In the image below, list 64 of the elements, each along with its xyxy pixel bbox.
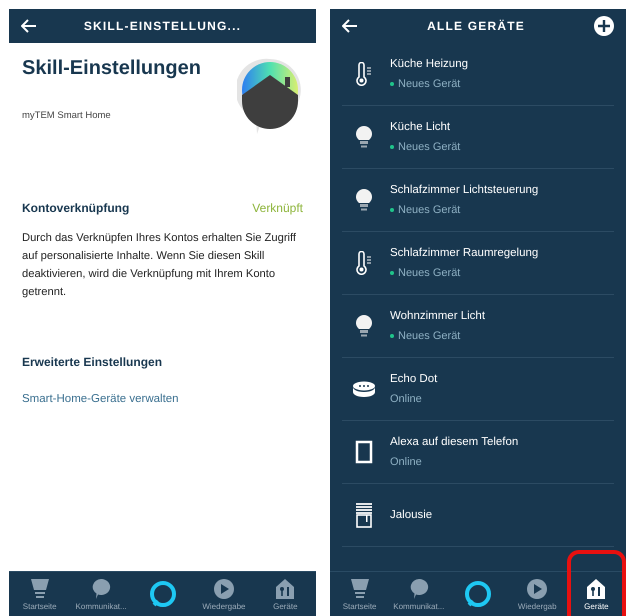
device-name: Echo Dot	[390, 373, 438, 385]
device-row[interactable]: Küche Heizung Neues Gerät	[342, 43, 614, 106]
nav-tab[interactable]: Startseite	[9, 572, 70, 616]
device-status: Online	[390, 393, 423, 405]
light-bulb-icon	[355, 314, 373, 338]
nav-tab[interactable]: Geräte	[566, 572, 626, 616]
round-speaker-icon	[352, 380, 376, 398]
back-button[interactable]	[21, 19, 37, 33]
page-title: Skill-Einstellungen	[22, 57, 201, 80]
devices-house-icon	[275, 578, 296, 600]
skill-name: myTEM Smart Home	[22, 110, 112, 121]
device-name: Schlafzimmer Lichtsteuerung	[390, 184, 538, 196]
alexa-ring-icon	[463, 579, 493, 609]
device-row[interactable]: Schlafzimmer Lichtsteuerung Neues Gerät	[342, 169, 614, 232]
device-name: Alexa auf diesem Telefon	[390, 436, 518, 448]
window-blind-icon	[355, 502, 373, 528]
nav-tab[interactable]: Geräte	[254, 572, 316, 616]
thermometer-icon	[356, 62, 372, 86]
home-icon	[30, 578, 50, 600]
nav-tab[interactable]: Kommunikat...	[389, 572, 448, 616]
speech-bubble-icon	[91, 578, 112, 600]
back-arrow-icon	[342, 19, 358, 33]
back-button[interactable]	[342, 19, 358, 33]
back-arrow-icon	[21, 19, 37, 33]
device-status: Neues Gerät	[390, 267, 538, 279]
home-icon	[350, 578, 370, 600]
device-status: Neues Gerät	[390, 141, 460, 153]
alexa-ring-icon	[148, 579, 178, 609]
device-name: Küche Heizung	[390, 58, 468, 70]
nav-tab[interactable]: Wiedergab	[508, 572, 567, 616]
device-name: Küche Licht	[390, 121, 452, 133]
thermometer-icon	[356, 251, 372, 275]
speech-bubble-icon	[408, 578, 429, 600]
device-row[interactable]: Jalousie	[342, 484, 614, 547]
light-bulb-icon	[355, 188, 373, 212]
device-row[interactable]: Alexa auf diesem Telefon Online	[342, 421, 614, 484]
device-name: Schlafzimmer Raumregelung	[390, 247, 538, 259]
device-row[interactable]: Wohnzimmer Licht Neues Gerät	[342, 295, 614, 358]
device-name: Wohnzimmer Licht	[390, 310, 486, 322]
device-status: Online	[390, 456, 423, 468]
plus-icon	[594, 16, 614, 36]
play-icon	[212, 578, 235, 600]
section-title: Kontoverknüpfung	[22, 201, 130, 215]
device-row[interactable]: Schlafzimmer Raumregelung Neues Gerät	[342, 232, 614, 295]
header-title: ALLE GERÄTE	[426, 19, 526, 33]
device-status: Neues Gerät	[390, 78, 468, 90]
devices-house-icon	[586, 578, 606, 600]
description-text: Durch das Verknüpfen Ihres Kontos erhalten Sie Zugriff auf personalisierte Inhalte. Wenn Sie diesen Skill deaktivieren, wird die Verknüpfung mit Ihrem Konto getrennt.	[22, 231, 298, 300]
section-title: Erweiterte Einstellungen	[22, 355, 164, 369]
nav-tab[interactable]: Startseite	[330, 572, 390, 616]
device-row[interactable]: Echo Dot Online	[342, 358, 614, 421]
tablet-icon	[355, 440, 373, 464]
play-icon	[526, 578, 548, 600]
device-row[interactable]: Küche Licht Neues Gerät	[342, 106, 614, 169]
nav-tab[interactable]: Kommunikat...	[70, 572, 132, 616]
link-status: Verknüpft	[252, 201, 303, 215]
device-status: Neues Gerät	[390, 330, 486, 342]
manage-devices-link[interactable]: Smart-Home-Geräte verwalten	[22, 393, 303, 405]
add-button[interactable]	[594, 16, 614, 36]
nav-tab[interactable]: Wiedergabe	[193, 572, 255, 616]
header-title: SKILL-EINSTELLUNG...	[82, 19, 242, 33]
device-status: Neues Gerät	[390, 204, 538, 216]
device-name: Jalousie	[390, 509, 432, 521]
light-bulb-icon	[355, 125, 373, 149]
